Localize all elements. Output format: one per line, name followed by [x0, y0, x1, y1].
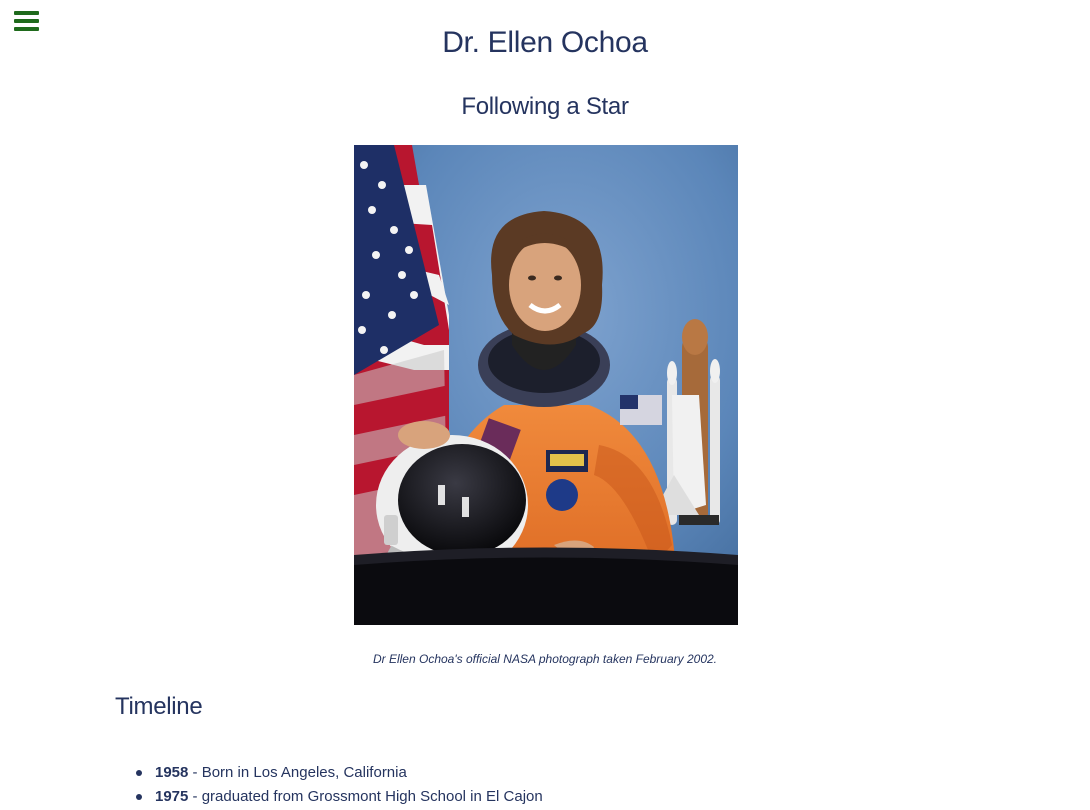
- bullet-icon: [136, 794, 142, 800]
- page-title: Dr. Ellen Ochoa: [442, 26, 648, 59]
- timeline-text: - graduated from Grossmont High School i…: [188, 788, 543, 805]
- menu-bar: [14, 11, 39, 15]
- astronaut-portrait-image: [354, 145, 738, 625]
- timeline-year: 1975: [155, 788, 189, 805]
- timeline-year: 1958: [155, 764, 189, 781]
- timeline-item: 1975 - graduated from Grossmont High Sch…: [135, 787, 543, 810]
- page: Dr. Ellen Ochoa Following a Star Dr Elle…: [0, 0, 1090, 810]
- bullet-icon: [136, 770, 142, 776]
- timeline-text: - Born in Los Angeles, California: [188, 764, 407, 781]
- photo-caption: Dr Ellen Ochoa's official NASA photograp…: [372, 652, 718, 666]
- timeline-list: 1958 - Born in Los Angeles, California 1…: [135, 763, 543, 810]
- menu-bar: [14, 19, 39, 23]
- timeline-item: 1958 - Born in Los Angeles, California: [135, 763, 543, 787]
- portrait-illustration: [354, 145, 738, 625]
- timeline-heading: Timeline: [115, 693, 203, 720]
- page-subtitle: Following a Star: [461, 93, 629, 120]
